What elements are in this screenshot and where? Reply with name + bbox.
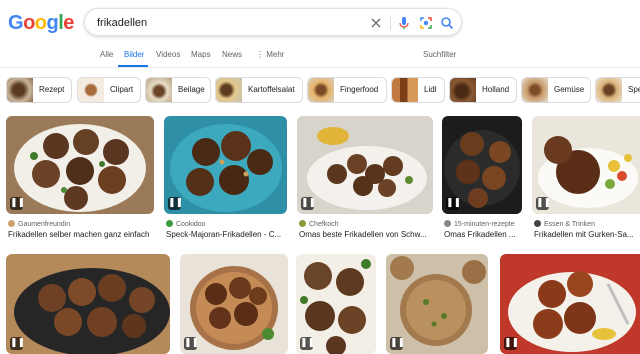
chip-clipart[interactable]: Clipart	[77, 77, 141, 103]
suchfilter-button[interactable]: Suchfilter	[423, 50, 456, 59]
chip-thumbnail	[450, 78, 476, 102]
chip-fingerfood[interactable]: Fingerfood	[307, 77, 387, 103]
search-divider	[390, 16, 391, 30]
chip-beilage[interactable]: Beilage	[145, 77, 211, 103]
image-result[interactable]: ❚❚	[164, 116, 287, 214]
google-images-page: Google Alle Bilder Videos Maps News ⋮ Me…	[0, 0, 640, 354]
chip-label: Holland	[482, 85, 510, 94]
result-source: Gaumenfreundin	[8, 220, 70, 228]
result-title[interactable]: Frikadellen selber machen ganz einfach	[8, 230, 158, 239]
search-bar	[84, 8, 462, 36]
search-icon[interactable]	[439, 15, 455, 31]
video-badge-icon: ❚❚	[300, 337, 316, 350]
google-logo[interactable]: Google	[8, 12, 74, 35]
search-input[interactable]	[97, 15, 337, 31]
image-result[interactable]: ❚❚	[386, 254, 488, 354]
frikadellen-photo	[297, 116, 433, 214]
three-dots-vertical-icon: ⋮	[256, 50, 264, 59]
chip-label: Spe	[628, 85, 640, 94]
video-badge-icon: ❚❚	[390, 337, 406, 350]
chip-thumbnail	[146, 78, 172, 102]
search-tabs: Alle Bilder Videos Maps News ⋮ Mehr Such…	[0, 46, 640, 68]
tab-videos[interactable]: Videos	[156, 50, 180, 59]
image-result[interactable]: ❚❚	[180, 254, 288, 354]
video-badge-icon: ❚❚	[504, 337, 520, 350]
result-source-label: Gaumenfreundin	[18, 221, 71, 228]
frikadellen-photo	[6, 254, 170, 354]
result-source: Chefkoch	[299, 220, 339, 228]
result-source-label: Cookidoo	[176, 221, 206, 228]
chip-thumbnail	[7, 78, 33, 102]
image-result[interactable]: ❚❚	[532, 116, 640, 214]
chip-spe[interactable]: Spe	[595, 77, 640, 103]
favicon-icon	[166, 220, 173, 227]
chip-label: Beilage	[178, 85, 205, 94]
tab-maps[interactable]: Maps	[191, 50, 211, 59]
logo-letter: g	[46, 12, 59, 34]
logo-letter: G	[8, 12, 24, 34]
chip-thumbnail	[596, 78, 622, 102]
result-title[interactable]: Omas Frikadellen ...	[444, 230, 528, 239]
image-result[interactable]: ❚❚	[442, 116, 522, 214]
chip-thumbnail	[392, 78, 418, 102]
result-source: Cookidoo	[166, 220, 206, 228]
chip-kartoffelsalat[interactable]: Kartoffelsalat	[215, 77, 303, 103]
image-result[interactable]: ❚❚	[6, 254, 170, 354]
video-badge-icon: ❚❚	[301, 197, 317, 210]
chip-holland[interactable]: Holland	[449, 77, 517, 103]
tab-bilder[interactable]: Bilder	[124, 50, 144, 59]
result-source-label: Essen & Trinken	[544, 221, 595, 228]
chip-gemuese[interactable]: Gemüse	[521, 77, 591, 103]
chip-label: Clipart	[110, 85, 134, 94]
result-title[interactable]: Omas beste Frikadellen von Schw...	[299, 230, 435, 239]
chip-label: Lidl	[424, 85, 437, 94]
video-badge-icon: ❚❚	[536, 197, 552, 210]
tab-mehr-label: Mehr	[266, 50, 285, 59]
image-result[interactable]: ❚❚	[296, 254, 376, 354]
image-result[interactable]: ❚❚	[500, 254, 640, 354]
logo-letter: o	[34, 12, 47, 34]
lens-icon[interactable]	[418, 15, 434, 31]
chip-lidl[interactable]: Lidl	[391, 77, 445, 103]
chip-label: Fingerfood	[340, 85, 379, 94]
chip-label: Gemüse	[554, 85, 585, 94]
video-badge-icon: ❚❚	[184, 337, 200, 350]
chip-label: Rezept	[39, 85, 65, 94]
frikadellen-photo	[6, 116, 154, 214]
video-badge-icon: ❚❚	[446, 197, 462, 210]
favicon-icon	[8, 220, 15, 227]
clear-icon[interactable]	[368, 15, 384, 31]
chip-label: Kartoffelsalat	[248, 85, 295, 94]
frikadellen-photo	[500, 254, 640, 354]
favicon-icon	[534, 220, 541, 227]
video-badge-icon: ❚❚	[10, 337, 26, 350]
video-badge-icon: ❚❚	[168, 197, 184, 210]
chip-thumbnail	[522, 78, 548, 102]
tab-news[interactable]: News	[222, 50, 242, 59]
tab-mehr[interactable]: ⋮ Mehr	[256, 50, 284, 59]
result-title[interactable]: Frikadellen mit Gurken-Sa...	[534, 230, 640, 239]
result-source-label: Chefkoch	[309, 221, 339, 228]
header-divider	[0, 67, 640, 68]
favicon-icon	[299, 220, 306, 227]
logo-letter: e	[63, 12, 74, 34]
result-source: 15-minuten-rezepte	[444, 220, 515, 228]
logo-letter: o	[23, 12, 35, 34]
image-result[interactable]: ❚❚	[297, 116, 433, 214]
video-badge-icon: ❚❚	[10, 197, 26, 210]
image-result[interactable]: ❚❚	[6, 116, 154, 214]
chip-thumbnail	[78, 78, 104, 102]
chip-rezept[interactable]: Rezept	[6, 77, 72, 103]
tab-alle[interactable]: Alle	[100, 50, 113, 59]
result-title[interactable]: Speck-Majoran-Frikadellen - C...	[166, 230, 291, 239]
result-source-label: 15-minuten-rezepte	[454, 221, 515, 228]
result-source: Essen & Trinken	[534, 220, 595, 228]
chip-thumbnail	[216, 78, 242, 102]
chip-thumbnail	[308, 78, 334, 102]
favicon-icon	[444, 220, 451, 227]
microphone-icon[interactable]	[396, 15, 412, 31]
